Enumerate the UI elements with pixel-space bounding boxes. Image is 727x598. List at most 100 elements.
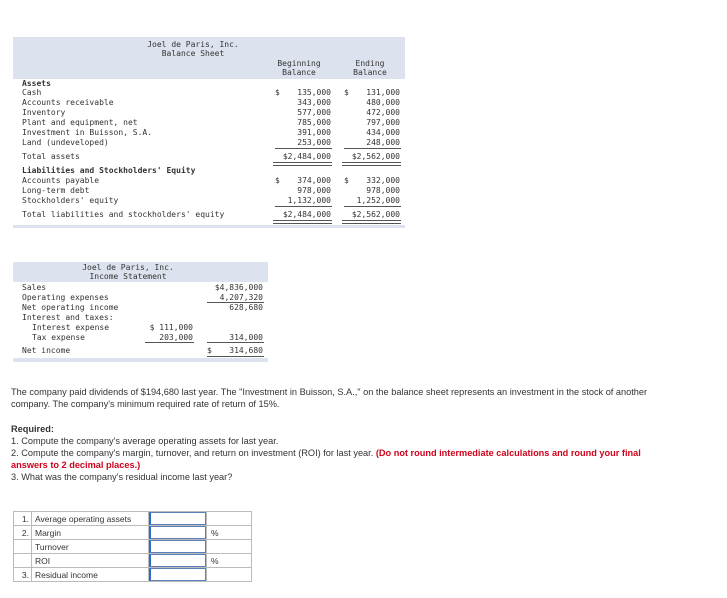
interest-value: $ 111,000 — [149, 323, 193, 332]
assets-heading: Assets — [22, 79, 51, 88]
balance-sheet-footer — [13, 225, 405, 228]
requirement-3: 3. What was the company's residual incom… — [11, 472, 233, 482]
col-beginning-label-2: Balance — [282, 68, 316, 77]
double-underline — [273, 220, 332, 224]
net-income-label: Net income — [22, 346, 71, 355]
liability-label: Long-term debt — [22, 186, 90, 195]
noi-value: 628,680 — [229, 303, 263, 312]
asset-label: Plant and equipment, net — [22, 118, 138, 127]
total-assets-label: Total assets — [22, 152, 80, 161]
double-underline — [342, 220, 401, 224]
answer-row: 1. Average operating assets — [13, 511, 252, 526]
balance-sheet: Joel de Paris, Inc. Balance Sheet Beginn… — [13, 37, 405, 228]
asset-begin-value: 785,000 — [297, 118, 331, 127]
total-liabilities-begin: $2,484,000 — [282, 210, 331, 219]
interest-label: Interest expense — [32, 323, 110, 332]
asset-label: Inventory — [22, 108, 66, 117]
asset-begin-value: 135,000 — [297, 88, 331, 97]
row-unit — [206, 539, 252, 554]
asset-end-value: 434,000 — [366, 128, 400, 137]
asset-end-value: 480,000 — [366, 98, 400, 107]
interest-taxes-total: 314,000 — [229, 333, 263, 342]
asset-begin-value: 253,000 — [297, 138, 331, 147]
answer-row: 3. Residual income — [13, 567, 252, 582]
asset-end-value: 131,000 — [366, 88, 400, 97]
asset-label: Investment in Buisson, S.A. — [22, 128, 153, 137]
balance-sheet-company: Joel de Paris, Inc. — [147, 40, 239, 49]
row-label: ROI — [31, 553, 149, 568]
margin-input[interactable] — [148, 525, 207, 540]
underline — [145, 342, 194, 343]
requirement-2: 2. Compute the company's margin, turnove… — [11, 447, 651, 471]
underline — [344, 148, 401, 149]
asset-begin-value: 577,000 — [297, 108, 331, 117]
liabilities-heading: Liabilities and Stockholders' Equity — [22, 166, 196, 175]
row-number — [13, 553, 32, 568]
row-label: Turnover — [31, 539, 149, 554]
liability-begin-value: 374,000 — [297, 176, 331, 185]
income-statement-company: Joel de Paris, Inc. — [82, 263, 174, 272]
row-number: 1. — [13, 511, 32, 526]
row-number: 2. — [13, 525, 32, 540]
answer-row: ROI % — [13, 553, 252, 568]
underline — [344, 206, 401, 207]
asset-label: Accounts receivable — [22, 98, 114, 107]
residual-income-input[interactable] — [148, 567, 207, 582]
answer-table: 1. Average operating assets 2. Margin % … — [13, 511, 252, 582]
asset-end-value: 797,000 — [366, 118, 400, 127]
asset-end-value: 472,000 — [366, 108, 400, 117]
asset-label: Cash — [22, 88, 42, 97]
required-heading: Required: — [11, 424, 54, 434]
sales-label: Sales — [22, 283, 47, 292]
underline — [275, 206, 332, 207]
income-statement: Joel de Paris, Inc. Income Statement Sal… — [13, 262, 268, 362]
liability-begin-value: 1,132,000 — [287, 196, 331, 205]
liability-begin-value: 978,000 — [297, 186, 331, 195]
total-assets-begin: $2,484,000 — [282, 152, 331, 161]
row-unit: % — [206, 553, 252, 568]
col-beginning-label: Beginning — [277, 59, 321, 68]
balance-sheet-title: Balance Sheet — [161, 49, 225, 58]
turnover-input[interactable] — [148, 539, 207, 554]
noi-label: Net operating income — [22, 303, 119, 312]
net-income-value: 314,680 — [229, 346, 263, 355]
opex-label: Operating expenses — [22, 293, 109, 302]
answer-row: Turnover — [13, 539, 252, 554]
asset-begin-value: 391,000 — [297, 128, 331, 137]
requirement-2-text: 2. Compute the company's margin, turnove… — [11, 448, 374, 458]
tax-label: Tax expense — [32, 333, 85, 342]
underline — [275, 148, 332, 149]
asset-end-value: 248,000 — [366, 138, 400, 147]
problem-paragraph: The company paid dividends of $194,680 l… — [11, 387, 648, 409]
opex-value: 4,207,320 — [219, 293, 263, 302]
col-ending-label-2: Balance — [353, 68, 387, 77]
total-liabilities-label: Total liabilities and stockholders' equi… — [22, 210, 225, 219]
requirement-1: 1. Compute the company's average operati… — [11, 436, 279, 446]
row-unit — [206, 511, 252, 526]
row-number — [13, 539, 32, 554]
total-assets-end: $2,562,000 — [351, 152, 400, 161]
asset-label: Land (undeveloped) — [22, 138, 109, 147]
double-underline — [273, 162, 332, 166]
income-statement-title: Income Statement — [89, 272, 167, 281]
roi-input[interactable] — [148, 553, 207, 568]
underline — [207, 342, 264, 343]
interest-taxes-label: Interest and taxes: — [22, 313, 114, 322]
liability-end-value: 1,252,000 — [356, 196, 400, 205]
row-unit — [206, 567, 252, 582]
answer-row: 2. Margin % — [13, 525, 252, 540]
row-unit: % — [206, 525, 252, 540]
total-liabilities-end: $2,562,000 — [351, 210, 400, 219]
row-number: 3. — [13, 567, 32, 582]
average-operating-assets-input[interactable] — [148, 511, 207, 526]
liability-label: Accounts payable — [22, 176, 100, 185]
col-ending-label: Ending — [355, 59, 385, 68]
row-label: Margin — [31, 525, 149, 540]
asset-begin-value: 343,000 — [297, 98, 331, 107]
liability-end-value: 978,000 — [366, 186, 400, 195]
sales-value: $4,836,000 — [214, 283, 263, 292]
income-statement-footer — [13, 358, 268, 362]
tax-value: 203,000 — [159, 333, 193, 342]
liability-end-value: 332,000 — [366, 176, 400, 185]
liability-label: Stockholders' equity — [22, 196, 119, 205]
